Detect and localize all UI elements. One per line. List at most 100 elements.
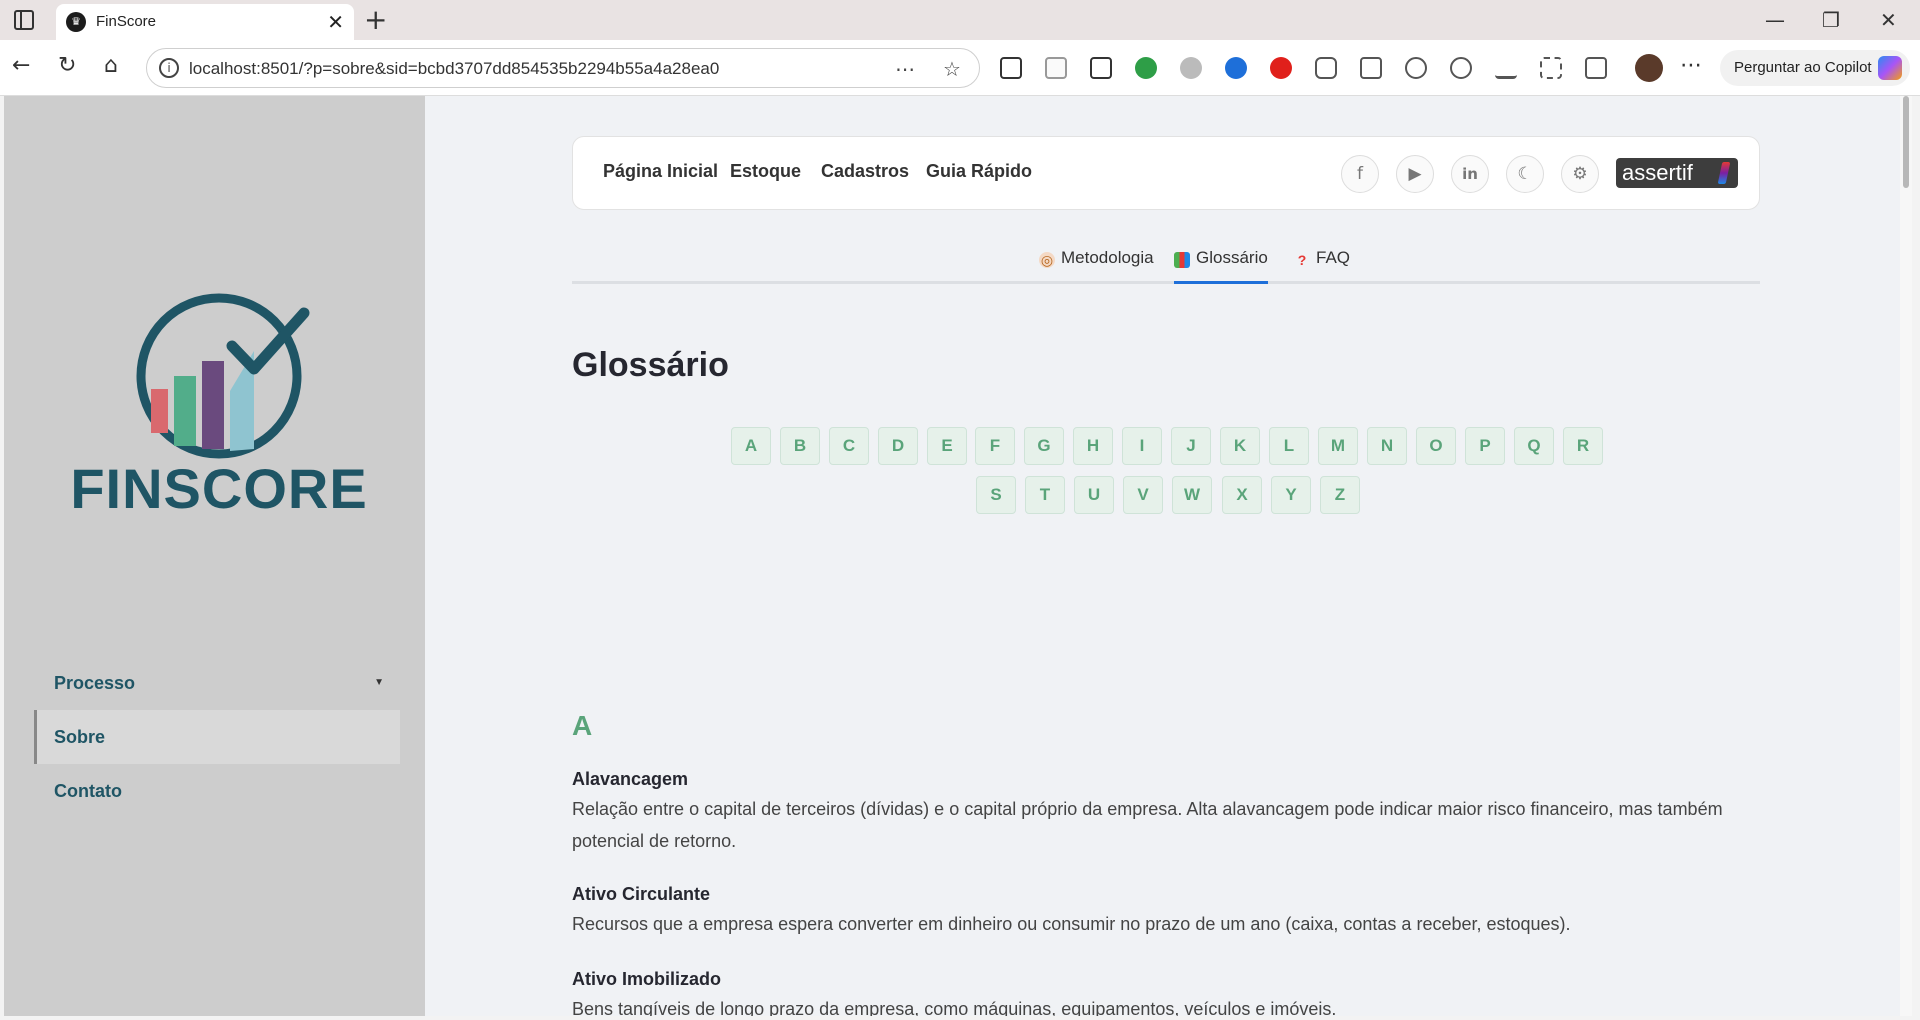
- sidebar-item-processo[interactable]: Processo ▼: [34, 656, 400, 710]
- letter-button-d[interactable]: D: [878, 427, 918, 465]
- translate-br-icon[interactable]: [1225, 57, 1247, 79]
- share-icon[interactable]: [1585, 57, 1607, 79]
- letter-button-j[interactable]: J: [1171, 427, 1211, 465]
- glossary-term: Alavancagem: [572, 769, 689, 789]
- letter-button-w[interactable]: W: [1172, 476, 1212, 514]
- reload-icon[interactable]: ↻: [58, 53, 76, 78]
- more-menu-icon[interactable]: ⋯: [1680, 53, 1702, 78]
- copilot-icon: [1878, 56, 1902, 80]
- glossary-definition: Bens tangíveis de longo prazo da empresa…: [572, 999, 1337, 1016]
- extension-icon[interactable]: [1000, 57, 1022, 79]
- split-screen-icon[interactable]: [1360, 57, 1382, 79]
- brand-mark-icon: [1717, 162, 1731, 184]
- letter-button-x[interactable]: X: [1222, 476, 1262, 514]
- letter-button-v[interactable]: V: [1123, 476, 1163, 514]
- letter-button-n[interactable]: N: [1367, 427, 1407, 465]
- letter-button-m[interactable]: M: [1318, 427, 1358, 465]
- tab-actions-icon[interactable]: [14, 10, 34, 30]
- document-icon[interactable]: [1045, 57, 1067, 79]
- linkedin-icon[interactable]: in: [1451, 155, 1489, 193]
- letter-button-r[interactable]: R: [1563, 427, 1603, 465]
- letter-button-s[interactable]: S: [976, 476, 1016, 514]
- reader-mode-icon[interactable]: ⋯: [895, 57, 915, 81]
- letter-button-o[interactable]: O: [1416, 427, 1456, 465]
- address-bar[interactable]: i localhost:8501/?p=sobre&sid=bcbd3707dd…: [146, 48, 980, 88]
- back-icon[interactable]: ←: [12, 53, 30, 78]
- sidebar-item-sobre[interactable]: Sobre: [34, 710, 400, 764]
- page-scrollbar[interactable]: [1900, 96, 1912, 1016]
- copilot-button[interactable]: Perguntar ao Copilot: [1720, 50, 1910, 86]
- finscore-chart-logo-icon: [136, 293, 310, 459]
- home-icon[interactable]: ⌂: [104, 53, 118, 78]
- browser-toolbar: ← ↻ ⌂ i localhost:8501/?p=sobre&sid=bcbd…: [0, 40, 1920, 96]
- sidebar-item-label: Sobre: [54, 727, 106, 747]
- logo-wordmark: FINSCORE: [70, 457, 368, 520]
- extension-grey-icon[interactable]: [1180, 57, 1202, 79]
- evernote-icon[interactable]: [1135, 57, 1157, 79]
- letter-button-b[interactable]: B: [780, 427, 820, 465]
- browser-tab-strip: ♛ FinScore ✕ + — ❐ ✕: [0, 0, 1920, 40]
- letter-button-f[interactable]: F: [975, 427, 1015, 465]
- scrollbar-thumb[interactable]: [1903, 96, 1909, 188]
- minimize-window-button[interactable]: —: [1765, 8, 1785, 32]
- assertif-brand-logo[interactable]: assertif: [1616, 158, 1738, 188]
- letter-button-h[interactable]: H: [1073, 427, 1113, 465]
- letter-button-p[interactable]: P: [1465, 427, 1505, 465]
- history-icon[interactable]: [1450, 57, 1472, 79]
- tab-metodologia[interactable]: ◎ Metodologia: [1039, 248, 1154, 284]
- browser-tab[interactable]: ♛ FinScore ✕: [56, 4, 354, 40]
- letter-button-i[interactable]: I: [1122, 427, 1162, 465]
- letter-button-q[interactable]: Q: [1514, 427, 1554, 465]
- glossary-term: Ativo Circulante: [572, 884, 711, 904]
- letter-button-e[interactable]: E: [927, 427, 967, 465]
- nav-link-cadastros[interactable]: Cadastros: [821, 161, 909, 182]
- restore-window-button[interactable]: ❐: [1822, 8, 1840, 32]
- new-tab-button[interactable]: +: [364, 3, 387, 36]
- letter-button-u[interactable]: U: [1074, 476, 1114, 514]
- question-mark-icon: ?: [1297, 252, 1307, 268]
- favorite-star-icon[interactable]: ☆: [943, 57, 961, 81]
- url-text[interactable]: localhost:8501/?p=sobre&sid=bcbd3707dd85…: [189, 59, 719, 79]
- letter-button-l[interactable]: L: [1269, 427, 1309, 465]
- facebook-icon[interactable]: f: [1341, 155, 1379, 193]
- favorites-icon[interactable]: [1405, 57, 1427, 79]
- screenshot-icon[interactable]: [1540, 57, 1562, 79]
- tab-label: FAQ: [1316, 248, 1351, 267]
- letter-button-y[interactable]: Y: [1271, 476, 1311, 514]
- letter-button-k[interactable]: K: [1220, 427, 1260, 465]
- settings-gear-icon[interactable]: ⚙: [1561, 155, 1599, 193]
- letter-button-z[interactable]: Z: [1320, 476, 1360, 514]
- close-tab-icon[interactable]: ✕: [327, 10, 344, 34]
- glossary-section-heading: A: [572, 710, 593, 741]
- puzzle-extensions-icon[interactable]: [1315, 57, 1337, 79]
- tab-label: Metodologia: [1061, 248, 1154, 267]
- alphabet-index-row-1: A B C D E F G H I J K L M N O P Q R: [731, 427, 1603, 465]
- sidebar-nav: Processo ▼ Sobre Contato: [34, 656, 400, 818]
- tab-glossario[interactable]: ▮ Glossário: [1174, 248, 1268, 284]
- brand-text: assertif: [1622, 160, 1693, 185]
- main-content: Página Inicial Estoque Cadastros Guia Rá…: [425, 96, 1912, 1016]
- picture-in-picture-icon[interactable]: [1090, 57, 1112, 79]
- target-icon: ◎: [1039, 252, 1055, 268]
- profile-avatar[interactable]: [1635, 54, 1663, 82]
- letter-button-g[interactable]: G: [1024, 427, 1064, 465]
- downloads-icon[interactable]: [1495, 57, 1517, 79]
- nav-link-pagina-inicial[interactable]: Página Inicial: [603, 161, 718, 182]
- nav-link-guia-rapido[interactable]: Guia Rápido: [926, 161, 1032, 182]
- letter-button-a[interactable]: A: [731, 427, 771, 465]
- nav-link-estoque[interactable]: Estoque: [730, 161, 801, 182]
- books-icon: ▮: [1174, 252, 1190, 268]
- tab-label: Glossário: [1196, 248, 1268, 267]
- page-title: Glossário: [572, 346, 729, 384]
- copilot-label: Perguntar ao Copilot: [1734, 59, 1872, 76]
- letter-button-t[interactable]: T: [1025, 476, 1065, 514]
- alphabet-index-row-2: S T U V W X Y Z: [976, 476, 1366, 514]
- letter-button-c[interactable]: C: [829, 427, 869, 465]
- sidebar-item-contato[interactable]: Contato: [34, 764, 400, 818]
- tab-faq[interactable]: ? FAQ: [1294, 248, 1350, 284]
- site-info-icon[interactable]: i: [159, 58, 179, 78]
- opera-icon[interactable]: [1270, 57, 1292, 79]
- close-window-button[interactable]: ✕: [1880, 8, 1897, 32]
- youtube-icon[interactable]: ▶: [1396, 155, 1434, 193]
- dark-mode-icon[interactable]: ☾: [1506, 155, 1544, 193]
